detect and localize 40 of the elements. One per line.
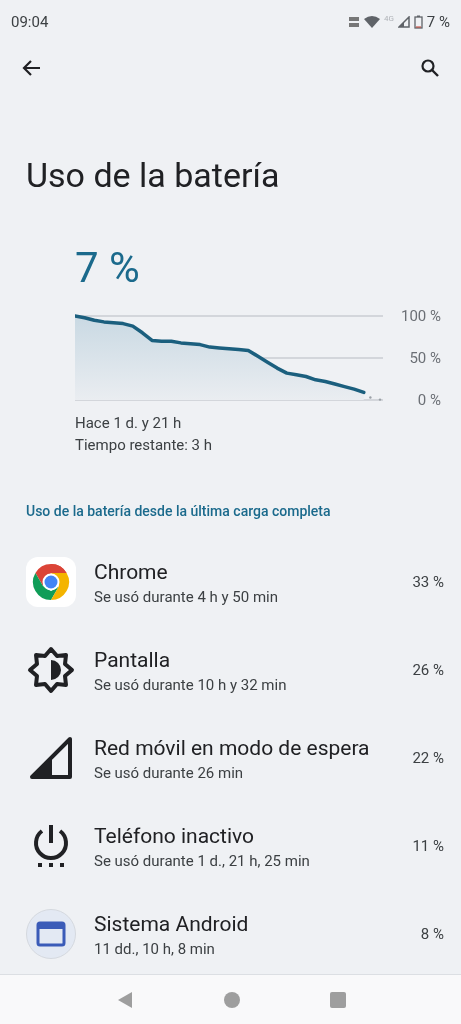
- recents-nav-button[interactable]: [330, 991, 347, 1008]
- wifi-icon: [363, 16, 380, 28]
- section-title: Uso de la batería desde la última carga completa: [26, 502, 332, 521]
- axis-label: 100 %: [401, 309, 441, 324]
- usage-percent: 22 %: [412, 747, 444, 769]
- signal-icon: [28, 735, 74, 781]
- chrome-icon: [26, 557, 76, 607]
- usage-percent: 33 %: [412, 571, 444, 593]
- usage-time: Se usó durante 10 h y 32 min: [94, 674, 288, 695]
- axis-label: 50 %: [409, 351, 441, 366]
- app-usage-row[interactable]: Pantalla Se usó durante 10 h y 32 min 26 %: [0, 626, 461, 714]
- page-title: Uso de la batería: [26, 154, 281, 196]
- battery-percent: 7 %: [426, 11, 450, 33]
- brightness-icon: [27, 646, 75, 694]
- home-nav-button[interactable]: [224, 991, 241, 1008]
- app-name: Pantalla: [94, 646, 172, 674]
- axis-label: 0 %: [417, 393, 441, 408]
- usage-percent: 26 %: [412, 659, 444, 681]
- usage-time: 11 dd., 10 h, 8 min: [94, 938, 216, 959]
- battery-icon: [413, 15, 423, 29]
- status-time: 09:04: [11, 11, 49, 33]
- signal-icon: [397, 16, 410, 28]
- app-usage-row[interactable]: Red móvil en modo de espera Se usó durante 26 min 22 %: [0, 714, 461, 802]
- usage-percent: 11 %: [412, 835, 444, 857]
- battery-level: 7 %: [75, 246, 141, 290]
- usage-time: Se usó durante 1 d., 21 h, 25 min: [94, 850, 311, 871]
- time-since-charge: Hace 1 d. y 21 h: [75, 413, 183, 434]
- power-icon: [31, 823, 71, 869]
- usage-time: Se usó durante 4 h y 50 min: [94, 586, 280, 607]
- usage-percent: 8 %: [420, 923, 444, 945]
- window-icon: [26, 909, 76, 959]
- usage-time: Se usó durante 26 min: [94, 762, 245, 783]
- time-remaining: Tiempo restante: 3 h: [75, 435, 214, 456]
- app-usage-row[interactable]: Sistema Android 11 dd., 10 h, 8 min 8 %: [0, 890, 461, 978]
- app-name: Sistema Android: [94, 910, 250, 938]
- app-name: Red móvil en modo de espera: [94, 734, 371, 762]
- app-usage-row[interactable]: Teléfono inactivo Se usó durante 1 d., 21 h, 25 min 11 %: [0, 802, 461, 890]
- app-usage-row[interactable]: Chrome Se usó durante 4 h y 50 min 33 %: [0, 538, 461, 626]
- app-name: Chrome: [94, 558, 169, 586]
- app-name: Teléfono inactivo: [94, 822, 256, 850]
